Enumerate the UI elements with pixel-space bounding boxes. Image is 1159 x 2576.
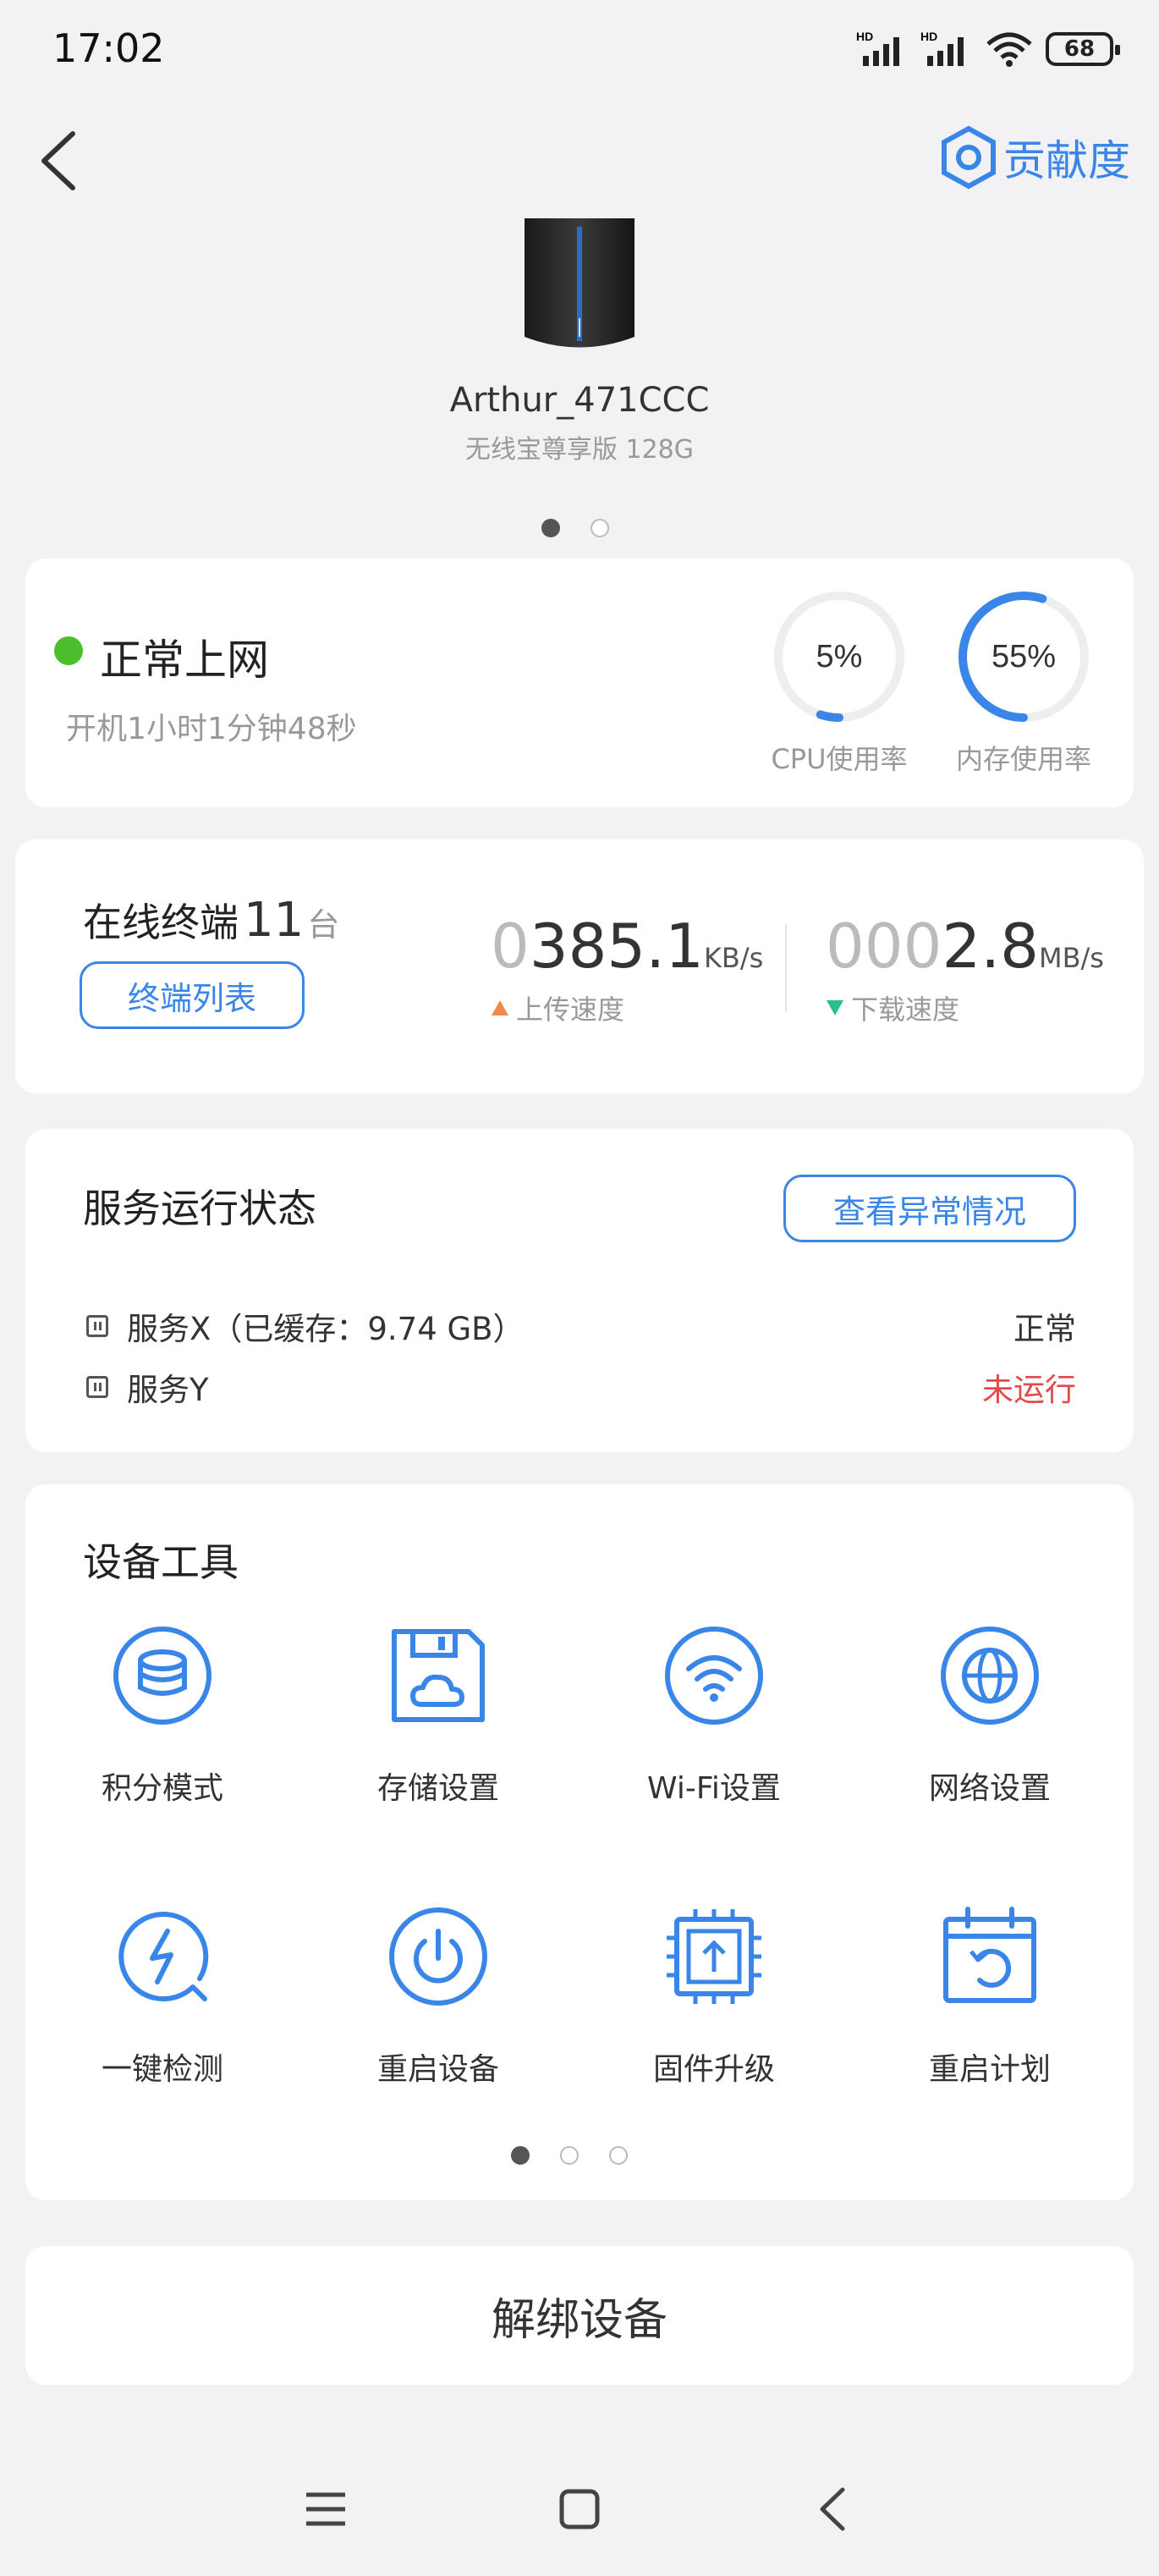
status-card: 正常上网 开机1小时1分钟48秒 5% CPU使用率 55% 内存使用率 <box>25 559 1134 807</box>
upload-caption: 上传速度 <box>491 988 624 1027</box>
up-arrow-icon <box>492 1000 508 1016</box>
cpu-gauge: 5% CPU使用率 <box>746 589 932 777</box>
check-abnormal-button[interactable]: 查看异常情况 <box>783 1175 1076 1242</box>
download-leading-zeros: 000 <box>826 911 942 982</box>
service-status-error: 未运行 <box>982 1372 1076 1408</box>
system-nav-bar <box>0 2454 1159 2576</box>
unbind-device-button[interactable]: 解绑设备 <box>25 2246 1134 2385</box>
nav-back-icon[interactable] <box>812 2486 854 2532</box>
memory-label: 内存使用率 <box>955 743 1091 775</box>
service-icon <box>86 1376 108 1398</box>
router-image <box>525 218 634 348</box>
coins-icon <box>113 1627 211 1725</box>
service-name: 服务X（已缓存：9.74 GB） <box>127 1311 525 1347</box>
upload-speed: 0385.1KB/s <box>491 911 763 982</box>
contribution-button[interactable]: 贡献度 <box>939 125 1130 190</box>
cpu-label: CPU使用率 <box>771 743 908 775</box>
device-pager[interactable] <box>541 519 609 537</box>
signal-icon: HD <box>920 30 964 66</box>
tool-one-click-check[interactable]: 一键检测 <box>78 1906 247 2089</box>
memory-gauge: 55% 内存使用率 <box>931 589 1117 777</box>
menu-icon[interactable] <box>305 2488 347 2530</box>
tool-points-mode[interactable]: 积分模式 <box>78 1625 247 1808</box>
tool-storage-settings[interactable]: 存储设置 <box>354 1625 523 1808</box>
lightning-check-icon <box>118 1912 209 2001</box>
tool-label: 网络设置 <box>928 1771 1051 1806</box>
tool-label: 积分模式 <box>101 1771 223 1806</box>
signal-icon: HD <box>856 30 899 66</box>
tool-label: 重启设备 <box>376 2052 499 2087</box>
service-name: 服务Y <box>127 1372 209 1408</box>
contribution-label: 贡献度 <box>1003 136 1130 185</box>
upload-value: 385.1 <box>529 911 704 982</box>
pager-dot[interactable] <box>590 519 609 537</box>
terminal-list-button[interactable]: 终端列表 <box>80 961 305 1029</box>
cpu-value: 5% <box>816 639 863 674</box>
tools-pager[interactable] <box>511 2146 628 2165</box>
download-value: 2.8 <box>942 911 1039 982</box>
terminals-card: 在线终端 11 台 终端列表 0385.1KB/s 上传速度 0002.8MB/… <box>15 839 1144 1093</box>
svg-text:HD: HD <box>856 30 873 43</box>
status-time: 17:02 <box>52 25 165 71</box>
download-unit: MB/s <box>1038 942 1104 974</box>
tool-wifi-settings[interactable]: Wi-Fi设置 <box>629 1625 799 1808</box>
tools-card: 设备工具 积分模式 存储设置 Wi-Fi设置 网络设置 一键检测 重启设备 固件… <box>25 1484 1134 2200</box>
chip-upload-icon <box>667 1909 761 2004</box>
power-icon <box>389 1907 487 2006</box>
online-terminals-count: 11 <box>244 893 305 948</box>
online-terminals-label: 在线终端 <box>83 900 239 945</box>
tool-label: 重启计划 <box>928 2052 1051 2087</box>
upload-label: 上传速度 <box>516 994 625 1026</box>
wifi-status-icon <box>986 32 1032 67</box>
memory-value: 55% <box>991 639 1056 674</box>
online-indicator <box>54 636 83 665</box>
storage-icon <box>392 1629 485 1722</box>
download-speed: 0002.8MB/s <box>826 911 1104 982</box>
download-label: 下载速度 <box>851 994 960 1026</box>
tool-label: 一键检测 <box>101 2052 223 2087</box>
services-card: 服务运行状态 查看异常情况 服务X（已缓存：9.74 GB） 正常 服务Y 未运… <box>25 1129 1134 1452</box>
badge-hexagon-icon <box>942 125 996 190</box>
service-status: 正常 <box>1013 1311 1076 1347</box>
pager-dot[interactable] <box>541 519 560 537</box>
service-row-x: 服务X（已缓存：9.74 GB） <box>86 1303 525 1349</box>
online-terminals: 在线终端 11 台 <box>83 892 339 948</box>
tool-label: 固件升级 <box>652 2052 775 2087</box>
tools-title: 设备工具 <box>83 1539 239 1585</box>
tool-network-settings[interactable]: 网络设置 <box>905 1625 1074 1808</box>
status-icons: HD HD 68 <box>856 30 1120 68</box>
calendar-refresh-icon <box>943 1907 1036 2003</box>
services-title: 服务运行状态 <box>83 1186 316 1231</box>
upload-unit: KB/s <box>703 942 764 974</box>
tool-firmware-upgrade[interactable]: 固件升级 <box>629 1906 799 2089</box>
status-bar: 17:02 HD HD 68 <box>0 0 1159 102</box>
uptime: 开机1小时1分钟48秒 <box>66 712 357 746</box>
pager-dot[interactable] <box>560 2146 579 2165</box>
download-caption: 下载速度 <box>826 988 959 1027</box>
upload-leading-zeros: 0 <box>491 911 530 982</box>
back-icon[interactable] <box>34 127 85 195</box>
tool-reboot-schedule[interactable]: 重启计划 <box>905 1906 1074 2089</box>
service-row-y: 服务Y <box>86 1364 209 1410</box>
down-arrow-icon <box>827 1000 843 1016</box>
service-icon <box>86 1315 108 1337</box>
device-model: 无线宝尊享版 128G <box>464 435 695 465</box>
battery-icon: 68 <box>1046 32 1120 66</box>
device-name: Arthur_471CCC <box>449 381 710 420</box>
svg-text:HD: HD <box>920 30 937 43</box>
tool-label: Wi-Fi设置 <box>647 1771 781 1806</box>
pager-dot[interactable] <box>511 2146 530 2165</box>
online-terminals-unit: 台 <box>307 906 340 944</box>
speed-divider <box>785 924 787 1012</box>
globe-icon <box>941 1627 1039 1725</box>
home-icon[interactable] <box>558 2488 601 2530</box>
tool-reboot-device[interactable]: 重启设备 <box>354 1906 523 2089</box>
tool-label: 存储设置 <box>376 1771 499 1806</box>
pager-dot[interactable] <box>609 2146 628 2165</box>
network-state: 正常上网 <box>100 636 269 685</box>
wifi-icon <box>665 1627 763 1725</box>
